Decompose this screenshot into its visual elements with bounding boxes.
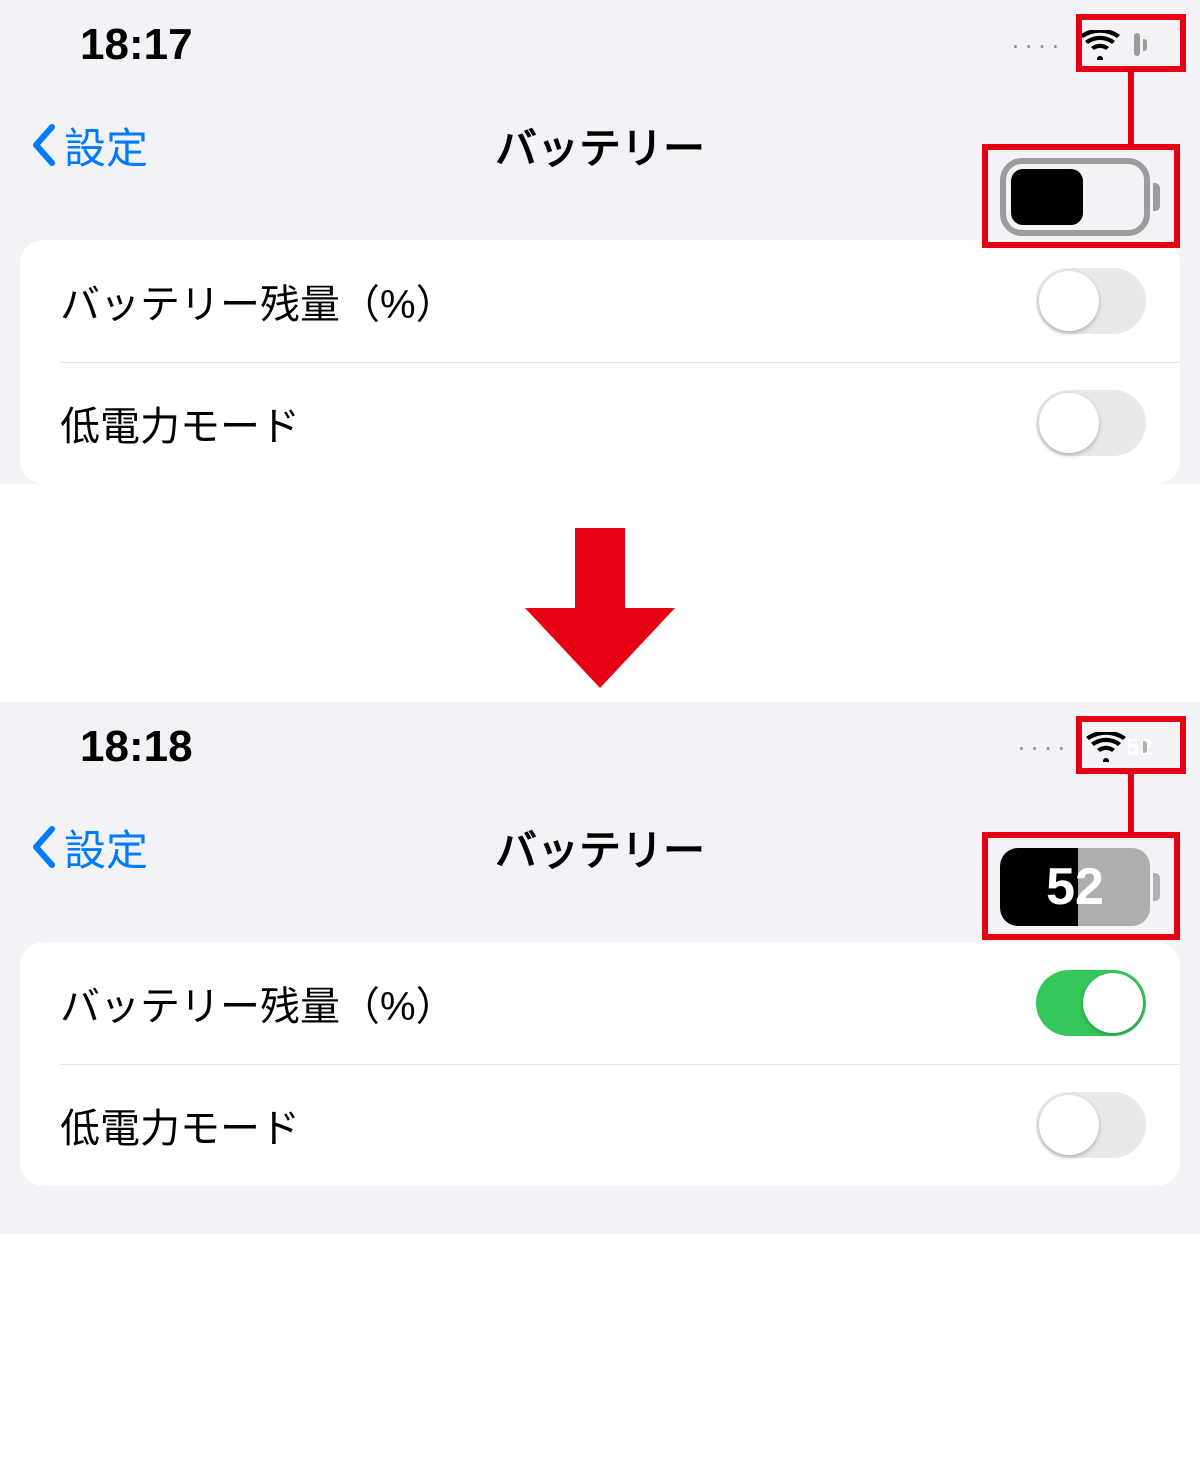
page-title: バッテリー [495, 115, 705, 176]
low-power-toggle[interactable] [1036, 390, 1146, 456]
battery-percent-toggle[interactable] [1036, 268, 1146, 334]
back-label: 設定 [64, 115, 148, 176]
status-time: 18:17 [80, 20, 193, 70]
chevron-left-icon [30, 123, 58, 167]
before-panel: 18:17 ···· [0, 0, 1200, 484]
low-power-label: 低電力モード [60, 394, 300, 452]
chevron-left-icon [30, 825, 58, 869]
annotation-connector [1128, 774, 1134, 834]
low-power-label: 低電力モード [60, 1096, 300, 1154]
back-button[interactable]: 設定 [30, 115, 148, 176]
status-time: 18:18 [80, 722, 193, 772]
battery-percent-row: バッテリー残量（%） [20, 240, 1180, 362]
annotation-highlight-small-battery [1076, 14, 1186, 72]
low-power-row: 低電力モード [20, 1064, 1180, 1186]
annotation-highlight-large-battery [982, 144, 1180, 248]
arrow-down-icon [525, 528, 675, 688]
battery-percent-row: バッテリー残量（%） [20, 942, 1180, 1064]
battery-percent-label: バッテリー残量（%） [60, 272, 456, 330]
settings-card: バッテリー残量（%） 低電力モード [20, 240, 1180, 484]
back-label: 設定 [64, 817, 148, 878]
annotation-highlight-large-battery [982, 832, 1180, 940]
transition-arrow-area [0, 508, 1200, 702]
page-title: バッテリー [495, 817, 705, 878]
status-bar: 18:17 ···· [0, 0, 1200, 90]
battery-percent-label: バッテリー残量（%） [60, 974, 456, 1032]
signal-dots-icon: ···· [1011, 29, 1064, 61]
after-panel: 18:18 ···· 52 [0, 702, 1200, 1234]
settings-card: バッテリー残量（%） 低電力モード [20, 942, 1180, 1186]
signal-dots-icon: ···· [1017, 731, 1070, 763]
back-button[interactable]: 設定 [30, 817, 148, 878]
annotation-connector [1128, 72, 1134, 146]
status-bar: 18:18 ···· 52 [0, 702, 1200, 792]
annotation-highlight-small-battery [1076, 716, 1186, 774]
low-power-row: 低電力モード [20, 362, 1180, 484]
battery-percent-toggle[interactable] [1036, 970, 1146, 1036]
low-power-toggle[interactable] [1036, 1092, 1146, 1158]
